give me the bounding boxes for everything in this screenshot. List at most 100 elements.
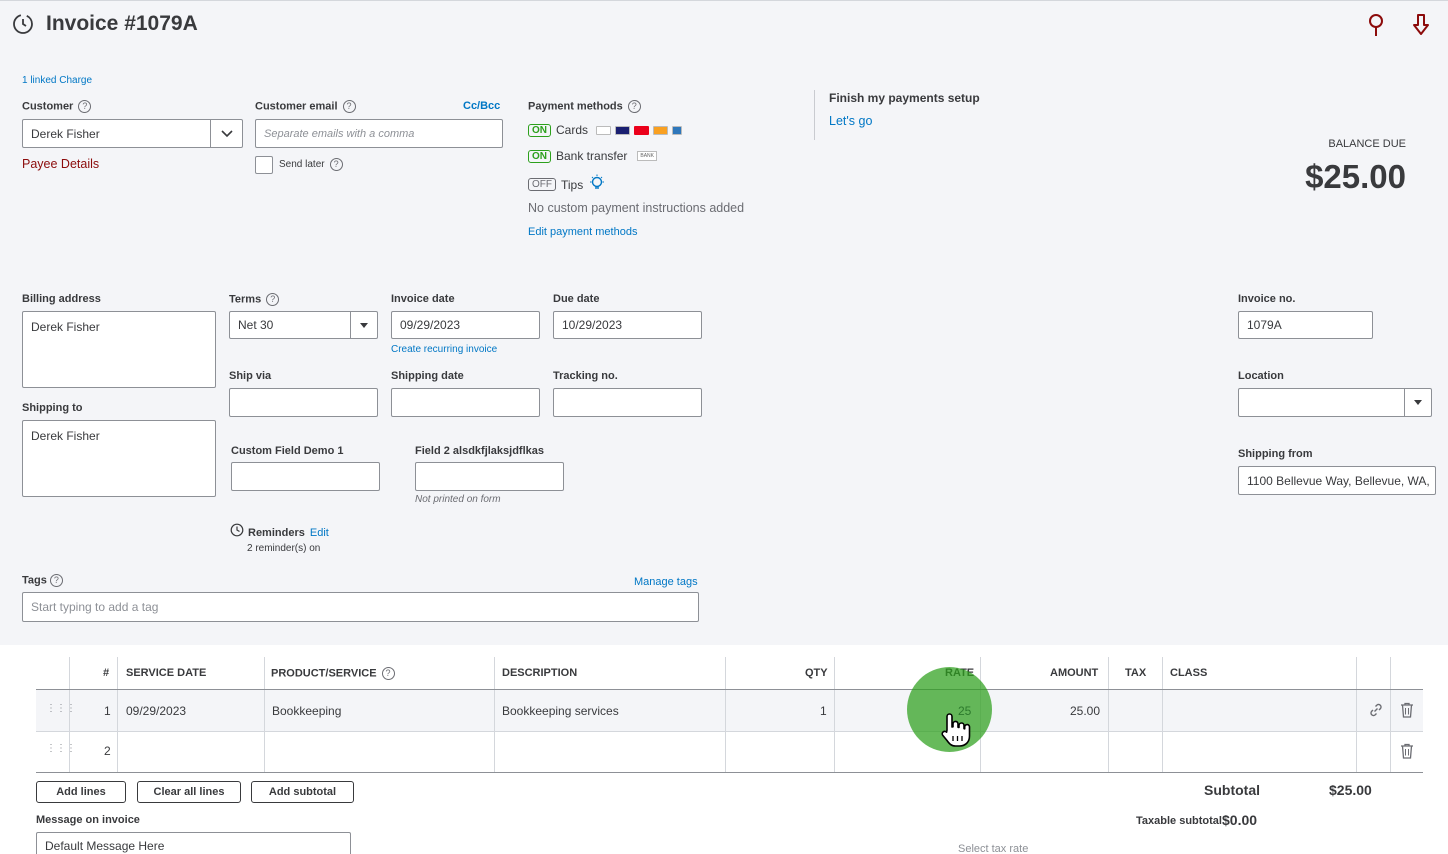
help-icon[interactable]: ? (627, 100, 641, 113)
invoice-no-input[interactable]: 1079A (1238, 311, 1373, 339)
tax-rate-select[interactable]: Select tax rate (958, 843, 1028, 854)
row-amount[interactable]: 25.00 (1070, 704, 1100, 718)
trash-icon[interactable] (1400, 702, 1414, 723)
tracking-no-input[interactable] (553, 388, 702, 417)
shipping-date-input[interactable] (391, 388, 540, 417)
reminders-status: 2 reminder(s) on (247, 543, 321, 554)
drag-handle-icon[interactable]: ⋮⋮⋮ (46, 704, 76, 714)
table-divider (264, 690, 265, 731)
balance-due-label: BALANCE DUE (1328, 138, 1406, 150)
table-divider (725, 690, 726, 731)
manage-tags-link[interactable]: Manage tags (634, 576, 698, 588)
table-row[interactable] (36, 690, 1423, 731)
row-qty[interactable]: 1 (820, 704, 827, 718)
customer-label: Customer? (22, 100, 92, 113)
ship-via-input[interactable] (229, 388, 378, 417)
edit-payment-methods-link[interactable]: Edit payment methods (528, 226, 637, 238)
caret-down-icon[interactable] (1404, 389, 1431, 416)
terms-select[interactable]: Net 30 (229, 311, 378, 339)
table-divider (117, 690, 118, 731)
table-divider (1108, 690, 1109, 731)
link-icon[interactable] (1368, 702, 1384, 723)
billing-address-input[interactable]: Derek Fisher (22, 311, 216, 388)
cards-row: ON Cards (528, 123, 683, 137)
apple-pay-icon (596, 125, 612, 135)
clear-all-lines-button[interactable]: Clear all lines (137, 781, 241, 803)
add-subtotal-button[interactable]: Add subtotal (251, 781, 354, 803)
row-product[interactable]: Bookkeeping (272, 704, 341, 718)
discover-icon (653, 125, 669, 135)
shipping-to-label: Shipping to (22, 402, 83, 414)
table-divider (834, 690, 835, 731)
help-icon[interactable]: ? (381, 667, 395, 680)
taxable-subtotal-label: Taxable subtotal (1136, 815, 1222, 827)
help-icon[interactable]: ? (266, 293, 280, 306)
history-icon[interactable] (11, 12, 35, 41)
shipping-from-input[interactable]: 1100 Bellevue Way, Bellevue, WA, (1238, 466, 1436, 495)
row-num: 1 (104, 704, 111, 718)
cc-bcc-link[interactable]: Cc/Bcc (463, 100, 500, 112)
drag-handle-icon[interactable]: ⋮⋮⋮ (46, 744, 76, 754)
custom-field-2-input[interactable] (415, 462, 564, 491)
lets-go-link[interactable]: Let's go (829, 114, 872, 128)
message-on-invoice-value: Default Message Here (45, 839, 165, 853)
row-description[interactable]: Bookkeeping services (502, 704, 619, 718)
payee-details-link[interactable]: Payee Details (22, 157, 99, 171)
help-icon[interactable]: ? (78, 100, 92, 113)
help-icon[interactable]: ? (49, 574, 63, 587)
payment-methods-label: Payment methods? (528, 100, 641, 113)
tips-toggle[interactable]: OFF (528, 178, 556, 191)
due-date-input[interactable]: 10/29/2023 (553, 311, 702, 339)
message-on-invoice-label: Message on invoice (36, 814, 140, 826)
invoice-no-value: 1079A (1247, 318, 1282, 332)
help-icon[interactable]: ? (329, 158, 343, 171)
add-lines-button[interactable]: Add lines (36, 781, 126, 803)
tags-input[interactable]: Start typing to add a tag (22, 592, 699, 622)
create-recurring-invoice-link[interactable]: Create recurring invoice (391, 344, 497, 355)
bank-icon: BANK (637, 151, 657, 161)
reminders-edit-link[interactable]: Edit (310, 527, 329, 539)
clock-icon (230, 523, 244, 542)
message-on-invoice-input[interactable]: Default Message Here (36, 832, 351, 854)
linked-charge-link[interactable]: 1 linked Charge (22, 75, 92, 86)
invoice-date-input[interactable]: 09/29/2023 (391, 311, 540, 339)
invoice-date-value: 09/29/2023 (400, 318, 461, 332)
billing-address-label: Billing address (22, 293, 101, 305)
customer-email-label: Customer email? (255, 100, 356, 113)
shipping-to-input[interactable]: Derek Fisher (22, 420, 216, 497)
customer-select[interactable]: Derek Fisher (22, 119, 243, 148)
row-service-date[interactable]: 09/29/2023 (126, 704, 186, 718)
subtotal-label: Subtotal (1204, 782, 1260, 798)
terms-value: Net 30 (238, 318, 274, 332)
tracking-no-label: Tracking no. (553, 370, 618, 382)
table-divider (1162, 690, 1163, 731)
send-later-label: Send later? (279, 158, 343, 171)
shipping-from-value: 1100 Bellevue Way, Bellevue, WA, (1247, 473, 1430, 488)
bank-transfer-toggle[interactable]: ON (528, 149, 551, 163)
col-header-description: DESCRIPTION (502, 667, 578, 679)
visa-icon (615, 125, 631, 135)
help-icon[interactable]: ? (342, 100, 356, 113)
tips-row: OFF Tips (528, 174, 605, 195)
customer-email-input[interactable]: Separate emails with a comma (255, 119, 503, 148)
lightbulb-icon (589, 174, 605, 195)
map-pin-icon[interactable] (1366, 13, 1386, 42)
hand-cursor-icon (938, 710, 972, 753)
trash-icon[interactable] (1400, 743, 1414, 764)
custom-field-1-input[interactable] (231, 462, 380, 491)
table-divider (1390, 690, 1391, 731)
location-select[interactable] (1238, 388, 1432, 417)
caret-down-icon[interactable] (350, 312, 377, 338)
col-header-class: CLASS (1170, 667, 1208, 679)
shipping-from-label: Shipping from (1238, 448, 1313, 460)
subtotal-value: $25.00 (1329, 782, 1372, 798)
cards-toggle[interactable]: ON (528, 123, 551, 137)
invoice-date-label: Invoice date (391, 293, 455, 305)
custom-field-2-label: Field 2 alsdkfjlaksjdflkas (415, 445, 545, 457)
chevron-down-icon[interactable] (210, 120, 242, 147)
row-num: 2 (104, 744, 111, 758)
send-later-checkbox[interactable] (255, 156, 273, 174)
location-label: Location (1238, 370, 1284, 382)
download-icon[interactable] (1411, 13, 1431, 42)
no-payment-instructions: No custom payment instructions added (528, 201, 745, 215)
